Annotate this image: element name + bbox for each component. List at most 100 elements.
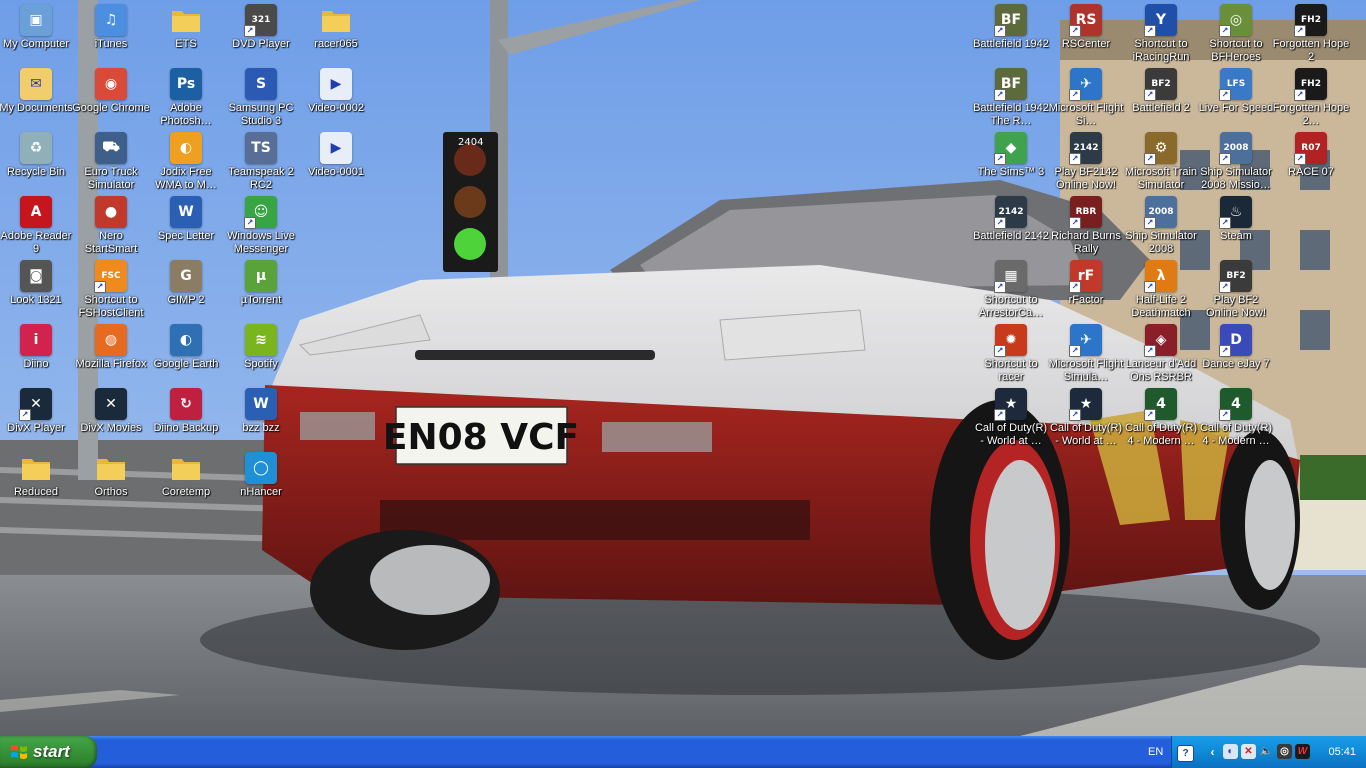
desktop-icon-battlefield-1942-the-r[interactable]: BFBattlefield 1942 The R… <box>973 68 1049 128</box>
desktop-icon-diino-backup[interactable]: ↻ Diino Backup <box>149 388 223 448</box>
desktop-icon-nhancer[interactable]: ◯ nHancer <box>224 452 298 512</box>
desktop-icon-label: GIMP 2 <box>167 294 205 306</box>
desktop-icon-lanceur-d-add-ons-rsrbr[interactable]: ◈Lanceur d'Add Ons RSRBR <box>1124 324 1198 384</box>
desktop-icon-recycle-bin[interactable]: ♻ Recycle Bin <box>0 132 73 192</box>
desktop-icon-shortcut-to-fshostclient[interactable]: FSCShortcut to FSHostClient <box>74 260 148 320</box>
desktop-icon-coretemp[interactable]: Coretemp <box>149 452 223 512</box>
ship-sim-icon: 2008 <box>1144 196 1177 229</box>
desktop-icon-call-of-duty-r-world-at[interactable]: ★Call of Duty(R) - World at … <box>1049 388 1123 448</box>
desktop-icon-gimp-2[interactable]: G GIMP 2 <box>149 260 223 320</box>
adobe-reader-icon: A <box>20 196 52 228</box>
desktop-icon-label: ETS <box>175 38 197 50</box>
desktop-icon-battlefield-2[interactable]: BF2Battlefield 2 <box>1124 68 1198 128</box>
desktop-icon-mozilla-firefox[interactable]: ◍ Mozilla Firefox <box>74 324 148 384</box>
desktop-icon-live-for-speed[interactable]: LFSLive For Speed <box>1199 68 1273 128</box>
clock[interactable]: 05:41 <box>1328 746 1356 758</box>
desktop-icon-the-sims-3[interactable]: ◆The Sims™ 3 <box>974 132 1048 192</box>
desktop-icon-label: Forgotten Hope 2 <box>1272 38 1350 63</box>
desktop-icon-look-1321[interactable]: ◙ Look 1321 <box>0 260 73 320</box>
desktop-icon-half-life-2-deathmatch[interactable]: λHalf-Life 2 Deathmatch <box>1124 260 1198 320</box>
desktop-icon-orthos[interactable]: Orthos <box>74 452 148 512</box>
desktop-icon-torrent[interactable]: µ µTorrent <box>224 260 298 320</box>
desktop-icon-adobe-reader-9[interactable]: A Adobe Reader 9 <box>0 196 73 256</box>
desktop-icon-bzz-bzz[interactable]: Wbzz bzz <box>224 388 298 448</box>
desktop-icon-battlefield-2142[interactable]: 2142Battlefield 2142 <box>973 196 1049 256</box>
network-icon[interactable]: ◐ <box>1223 744 1238 759</box>
rfactor-icon: rF <box>1069 260 1102 293</box>
desktop-icon-spotify[interactable]: ≋ Spotify <box>224 324 298 384</box>
desktop-icon-rscenter[interactable]: RSRSCenter <box>1049 4 1123 64</box>
desktop-icon-adobe-photosh[interactable]: Ps Adobe Photosh… <box>149 68 223 128</box>
desktop-icon-google-chrome[interactable]: ◉ Google Chrome <box>72 68 150 128</box>
desktop-icon-ship-simulator-2008-missio[interactable]: 2008Ship Simulator 2008 Missio… <box>1199 132 1273 192</box>
language-indicator[interactable]: EN <box>1148 746 1163 758</box>
firefox-icon: ◍ <box>95 324 127 356</box>
expand-tray-icon[interactable]: ‹ <box>1205 744 1220 759</box>
desktop-icon-call-of-duty-r-4-modern[interactable]: 4Call of Duty(R) 4 - Modern … <box>1124 388 1198 448</box>
desktop-icon-video-0001[interactable]: ▶ Video-0001 <box>299 132 373 192</box>
desktop-icon-forgotten-hope-2[interactable]: FH2Forgotten Hope 2… <box>1273 68 1349 128</box>
desktop-icon-label: Google Earth <box>153 358 219 370</box>
desktop-icon-dvd-player[interactable]: 321DVD Player <box>224 4 298 64</box>
desktop-icon-my-computer[interactable]: ▣ My Computer <box>0 4 73 64</box>
desktop-icon-teamspeak-2-rc2[interactable]: TS Teamspeak 2 RC2 <box>224 132 298 192</box>
desktop-icon-diino[interactable]: i Diino <box>0 324 73 384</box>
desktop-icon-shortcut-to-arrestorca[interactable]: ▦Shortcut to ArrestorCa… <box>974 260 1048 320</box>
desktop-icon-nero-startsmart[interactable]: ● Nero StartSmart <box>74 196 148 256</box>
desktop-icon-shortcut-to-bfheroes[interactable]: ◎Shortcut to BFHeroes <box>1199 4 1273 64</box>
help-icon[interactable]: ? <box>1177 745 1194 762</box>
desktop-icon-race-07[interactable]: R07RACE 07 <box>1274 132 1348 192</box>
taskbar: start EN ? ‹ ◐ ✕ 🔈 ◎ W 05:41 <box>0 736 1366 768</box>
desktop-icon-label: Microsoft Train Simulator <box>1124 166 1198 191</box>
desktop-icon-ship-simulator-2008[interactable]: 2008Ship Simulator 2008 <box>1124 196 1198 256</box>
divx-movies-icon: ✕ <box>95 388 127 420</box>
desktop-icon-divx-player[interactable]: ✕DivX Player <box>0 388 73 448</box>
desktop-icon-microsoft-flight-simula[interactable]: ✈Microsoft Flight Simula… <box>1049 324 1123 384</box>
desktop-icon-ets[interactable]: ETS <box>149 4 223 64</box>
desktop-icon-steam[interactable]: ♨Steam <box>1199 196 1273 256</box>
desktop-icon-rfactor[interactable]: rFrFactor <box>1049 260 1123 320</box>
desktop-icon-label: Shortcut to iRacingRun <box>1132 38 1190 63</box>
volume-icon[interactable]: 🔈 <box>1259 744 1274 759</box>
display-settings-icon[interactable]: ◎ <box>1277 744 1292 759</box>
desktop-icon-racer065[interactable]: racer065 <box>299 4 373 64</box>
desktop-icon-call-of-duty-r-world-at[interactable]: ★Call of Duty(R) - World at … <box>974 388 1048 448</box>
desktop-icon-call-of-duty-r-4-modern[interactable]: 4Call of Duty(R) 4 - Modern … <box>1199 388 1273 448</box>
desktop-icon-shortcut-to-racer[interactable]: ✹Shortcut to racer <box>974 324 1048 384</box>
desktop-icon-my-documents[interactable]: ✉ My Documents <box>0 68 73 128</box>
desktop-icon-dance-ejay-7[interactable]: DDance eJay 7 <box>1199 324 1273 384</box>
desktop-icon-forgotten-hope-2[interactable]: FH2Forgotten Hope 2 <box>1272 4 1350 64</box>
desktop-icon-label: Shortcut to racer <box>984 358 1038 383</box>
arrestor-icon: ▦ <box>994 260 1027 293</box>
bfheroes-icon: ◎ <box>1219 4 1252 37</box>
desktop-icon-samsung-pc-studio-3[interactable]: S Samsung PC Studio 3 <box>224 68 298 128</box>
photoshop-icon: Ps <box>170 68 202 100</box>
desktop-icon-label: Reduced <box>13 486 59 498</box>
desktop-icon-label: Look 1321 <box>10 294 62 306</box>
rscenter-icon: RS <box>1069 4 1102 37</box>
desktop-icon-shortcut-to-iracingrun[interactable]: YShortcut to iRacingRun <box>1124 4 1198 64</box>
winamp-icon[interactable]: W <box>1295 744 1310 759</box>
jodix-icon: ◐ <box>170 132 202 164</box>
desktop-icon-label: Battlefield 1942 The R… <box>973 102 1049 127</box>
desktop-icon-label: Video-0002 <box>307 102 365 114</box>
desktop-icon-play-bf2142-online-now[interactable]: 2142Play BF2142 Online Now! <box>1049 132 1123 192</box>
desktop-icon-spec-letter[interactable]: W Spec Letter <box>149 196 223 256</box>
desktop-icon-google-earth[interactable]: ◐ Google Earth <box>149 324 223 384</box>
desktop-icon-richard-burns-rally[interactable]: RBRRichard Burns Rally <box>1049 196 1123 256</box>
start-button[interactable]: start <box>0 736 97 768</box>
desktop-icon-label: Play BF2142 Online Now! <box>1054 166 1118 191</box>
desktop-icon-microsoft-flight-si[interactable]: ✈Microsoft Flight Si… <box>1049 68 1123 128</box>
desktop-icon-itunes[interactable]: ♫ iTunes <box>74 4 148 64</box>
desktop-icon-battlefield-1942[interactable]: BFBattlefield 1942 <box>973 4 1049 64</box>
desktop-icon-euro-truck-simulator[interactable]: ⛟ Euro Truck Simulator <box>74 132 148 192</box>
itunes-icon: ♫ <box>95 4 127 36</box>
security-alert-icon[interactable]: ✕ <box>1241 744 1256 759</box>
desktop-icon-microsoft-train-simulator[interactable]: ⚙Microsoft Train Simulator <box>1124 132 1198 192</box>
desktop-icon-play-bf2-online-now[interactable]: BF2Play BF2 Online Now! <box>1199 260 1273 320</box>
desktop-icon-divx-movies[interactable]: ✕ DivX Movies <box>74 388 148 448</box>
desktop-icon-jodix-free-wma-to-m[interactable]: ◐ Jodix Free WMA to M… <box>149 132 223 192</box>
desktop-icon-windows-live-messenger[interactable]: ☺Windows Live Messenger <box>224 196 298 256</box>
desktop-icon-video-0002[interactable]: ▶ Video-0002 <box>299 68 373 128</box>
desktop-icon-reduced[interactable]: Reduced <box>0 452 73 512</box>
